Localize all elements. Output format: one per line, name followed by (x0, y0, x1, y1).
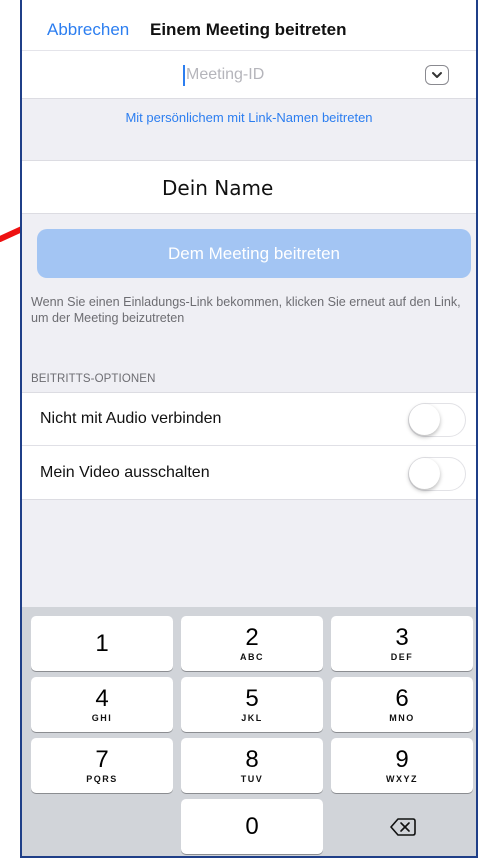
name-input[interactable] (162, 173, 362, 203)
key-1[interactable]: 1 (31, 616, 173, 671)
key-digit: 3 (395, 624, 409, 651)
key-letters: TUV (240, 774, 264, 784)
key-digit: 2 (245, 624, 259, 651)
key-9[interactable]: 9 WXYZ (331, 738, 473, 793)
join-options-list: Nicht mit Audio verbinden Mein Video aus… (22, 392, 476, 500)
page-title: Einem Meeting beitreten (150, 20, 347, 39)
key-letters: WXYZ (386, 774, 418, 784)
key-digit: 1 (95, 630, 109, 657)
option-video-off: Mein Video ausschalten (22, 447, 476, 500)
toggle-knob (409, 458, 440, 489)
numeric-keypad: 1 2 ABC 3 DEF 4 GHI 5 JKL 6 MNO 7 PQRS 8… (22, 607, 476, 856)
key-digit: 5 (245, 685, 259, 712)
key-letters: JKL (241, 713, 263, 723)
toggle-knob (409, 404, 440, 435)
key-6[interactable]: 6 MNO (331, 677, 473, 732)
key-letters: ABC (240, 652, 264, 662)
invitation-hint-text: Wenn Sie einen Einladungs-Link bekommen,… (31, 295, 461, 325)
option-no-audio: Nicht mit Audio verbinden (22, 393, 476, 446)
key-digit: 0 (245, 813, 259, 840)
key-letters: GHI (91, 713, 113, 723)
key-digit: 6 (395, 685, 409, 712)
option-label: Mein Video ausschalten (40, 464, 210, 481)
key-7[interactable]: 7 PQRS (31, 738, 173, 793)
text-cursor (183, 65, 185, 86)
option-label: Nicht mit Audio verbinden (40, 410, 222, 427)
key-4[interactable]: 4 GHI (31, 677, 173, 732)
key-8[interactable]: 8 TUV (181, 738, 323, 793)
meeting-id-input[interactable] (186, 63, 386, 87)
join-meeting-button[interactable]: Dem Meeting beitreten (37, 229, 471, 278)
cancel-button[interactable]: Abbrechen (47, 20, 129, 40)
key-digit: 7 (95, 746, 109, 773)
backspace-key[interactable] (331, 799, 473, 854)
key-5[interactable]: 5 JKL (181, 677, 323, 732)
no-audio-toggle[interactable] (408, 403, 466, 437)
key-letters: MNO (389, 713, 415, 723)
key-letters: DEF (390, 652, 414, 662)
key-3[interactable]: 3 DEF (331, 616, 473, 671)
key-0[interactable]: 0 (181, 799, 323, 854)
navigation-bar: Abbrechen Einem Meeting beitreten (22, 0, 476, 50)
phone-screen: Abbrechen Einem Meeting beitreten Mit pe… (20, 0, 478, 858)
key-digit: 4 (95, 685, 109, 712)
video-off-toggle[interactable] (408, 457, 466, 491)
meeting-id-row (22, 50, 476, 99)
name-row (22, 160, 476, 214)
join-options-header: BEITRITTS-OPTIONEN (31, 373, 156, 385)
backspace-icon (390, 818, 416, 836)
join-with-personal-link-name[interactable]: Mit persönlichem mit Link-Namen beitrete… (22, 110, 476, 140)
key-digit: 9 (395, 746, 409, 773)
key-digit: 8 (245, 746, 259, 773)
chevron-down-icon[interactable] (425, 65, 449, 85)
key-2[interactable]: 2 ABC (181, 616, 323, 671)
key-letters: PQRS (86, 774, 118, 784)
